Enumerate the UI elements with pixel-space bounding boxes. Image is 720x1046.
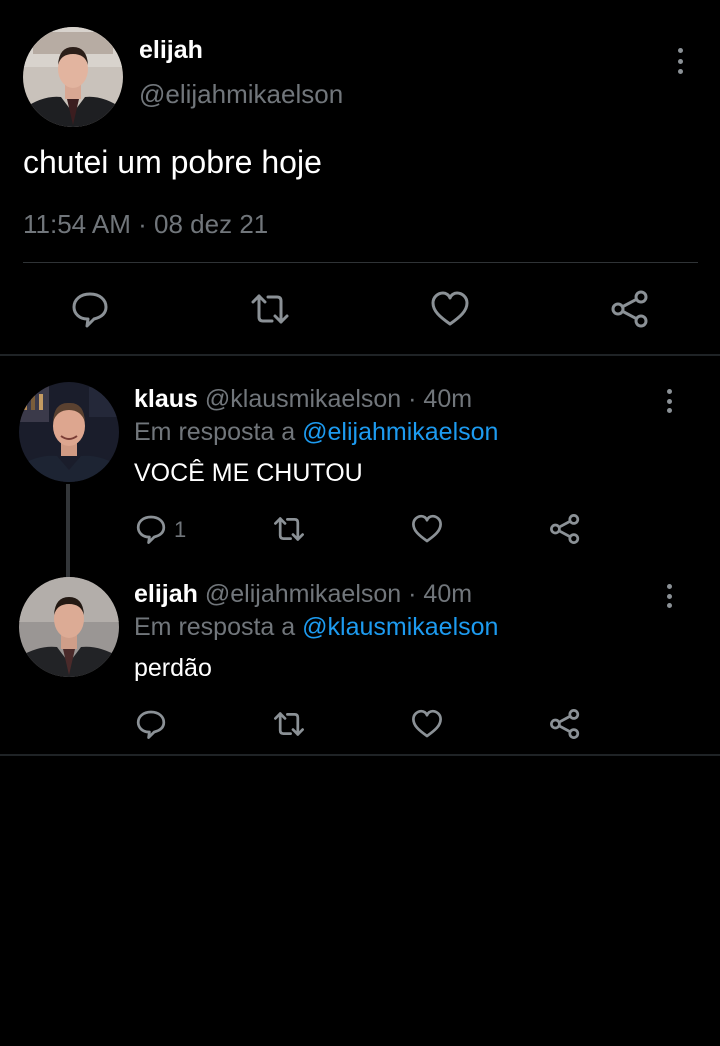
reply-header: elijah @elijahmikaelson · 40m <box>134 580 472 609</box>
retweet-icon[interactable] <box>273 513 305 545</box>
mention-link[interactable]: @klausmikaelson <box>302 613 498 641</box>
klaus-avatar-image <box>19 382 119 482</box>
reply-count: 1 <box>174 517 187 542</box>
display-name[interactable]: elijah <box>139 36 203 65</box>
share-icon[interactable] <box>610 289 650 329</box>
like-icon[interactable] <box>411 708 443 740</box>
reply-icon[interactable] <box>70 289 110 329</box>
user-handle[interactable]: @elijahmikaelson <box>205 580 401 608</box>
reply-text: perdão <box>134 654 212 682</box>
replying-to: Em resposta a @elijahmikaelson <box>134 418 498 447</box>
reply-tweet[interactable]: elijah @elijahmikaelson · 40m Em respost… <box>0 575 720 755</box>
divider <box>23 262 698 263</box>
reply-icon[interactable] <box>135 708 167 740</box>
reply-icon[interactable] <box>135 513 167 545</box>
reply-time: · 40m <box>408 580 473 608</box>
tweet-timestamp: 11:54 AM · 08 dez 21 <box>23 209 269 239</box>
display-name[interactable]: klaus <box>134 385 198 413</box>
more-options-icon[interactable] <box>663 389 675 413</box>
tweet-thread-page: elijah @elijahmikaelson chutei um pobre … <box>0 0 720 1046</box>
like-icon[interactable] <box>430 289 470 329</box>
section-divider <box>0 354 720 356</box>
elijah-avatar-image <box>19 577 119 677</box>
retweet-icon[interactable] <box>250 289 290 329</box>
avatar[interactable] <box>19 382 119 482</box>
thread-line <box>66 484 70 584</box>
user-handle[interactable]: @klausmikaelson <box>205 385 401 413</box>
mention-link[interactable]: @elijahmikaelson <box>302 418 498 446</box>
reply-header: klaus @klausmikaelson · 40m <box>134 385 472 414</box>
reply-time: · 40m <box>408 385 473 413</box>
share-icon[interactable] <box>549 708 581 740</box>
avatar[interactable] <box>23 27 123 127</box>
tweet-text: chutei um pobre hoje <box>23 144 322 180</box>
section-divider <box>0 754 720 756</box>
reply-prefix: Em resposta a <box>134 418 296 446</box>
more-options-icon[interactable] <box>663 584 675 608</box>
avatar[interactable] <box>19 577 119 677</box>
main-tweet: elijah @elijahmikaelson chutei um pobre … <box>0 0 720 355</box>
share-icon[interactable] <box>549 513 581 545</box>
user-handle[interactable]: @elijahmikaelson <box>139 79 343 110</box>
reply-tweet[interactable]: klaus @klausmikaelson · 40m Em resposta … <box>0 380 720 584</box>
reply-prefix: Em resposta a <box>134 613 296 641</box>
replying-to: Em resposta a @klausmikaelson <box>134 613 498 642</box>
elijah-avatar-image <box>23 27 123 127</box>
more-options-icon[interactable] <box>674 48 686 74</box>
reply-text: VOCÊ ME CHUTOU <box>134 459 363 487</box>
retweet-icon[interactable] <box>273 708 305 740</box>
display-name[interactable]: elijah <box>134 580 198 608</box>
like-icon[interactable] <box>411 513 443 545</box>
